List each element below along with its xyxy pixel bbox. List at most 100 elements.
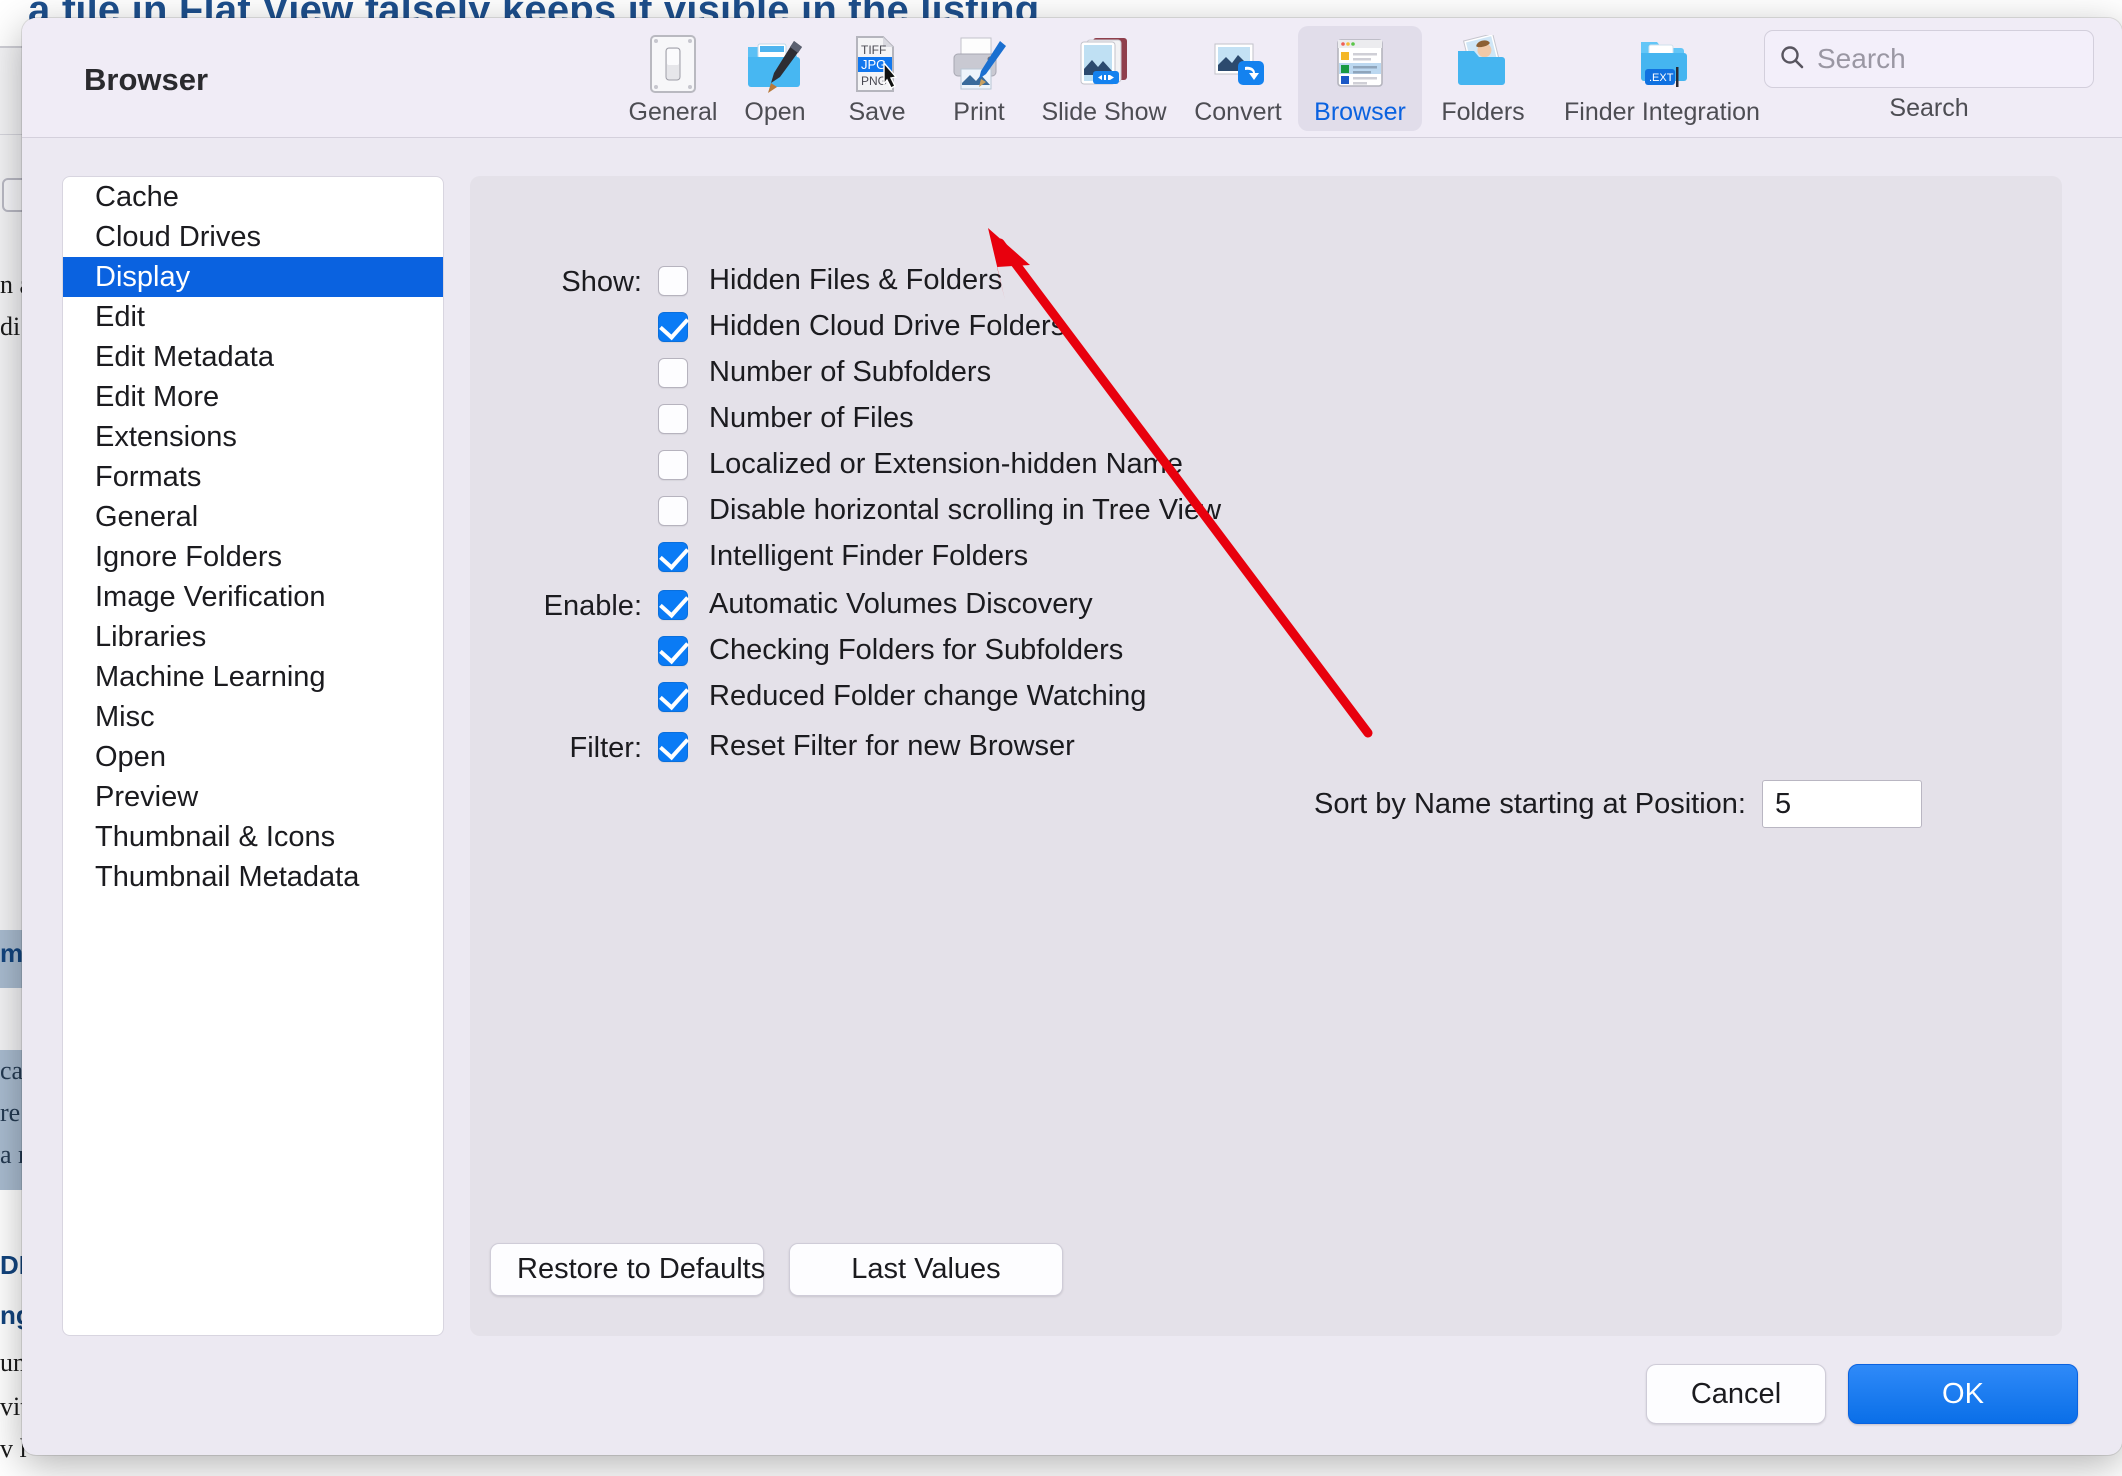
sort-position-label: Sort by Name starting at Position:: [1314, 787, 1746, 820]
toolbar-tab-convert[interactable]: Convert: [1178, 26, 1298, 131]
toolbar-tab-label: Slide Show: [1041, 98, 1167, 126]
toolbar-tab-browser[interactable]: Browser: [1298, 26, 1422, 131]
sidebar-item-label: Thumbnail & Icons: [95, 820, 336, 853]
convert-icon: [1207, 34, 1269, 94]
sort-position-row: Sort by Name starting at Position:: [470, 780, 1922, 828]
checkbox-row-number-of-subfolders[interactable]: Number of Subfolders: [658, 356, 991, 389]
switch-icon: [650, 34, 696, 94]
checkbox-label: Number of Files: [709, 402, 914, 434]
printer-icon: [948, 34, 1010, 94]
checkbox-number-of-subfolders[interactable]: [658, 357, 688, 388]
checkbox-label: Disable horizontal scrolling in Tree Vie…: [709, 494, 1222, 526]
toolbar-tab-label: Save: [848, 98, 906, 126]
sidebar-item-edit-more[interactable]: Edit More: [63, 377, 443, 417]
sidebar-item-open[interactable]: Open: [63, 737, 443, 777]
search-icon: [1779, 44, 1805, 75]
checkbox-disable-horizontal-scrolling[interactable]: [658, 495, 688, 526]
checkbox-row-automatic-volumes-discovery[interactable]: Automatic Volumes Discovery: [658, 588, 1093, 621]
toolbar-tab-print[interactable]: Print: [928, 26, 1030, 131]
settings-category-list[interactable]: Cache Cloud Drives Display Edit Edit Met…: [62, 176, 444, 1336]
sidebar-item-machine-learning[interactable]: Machine Learning: [63, 657, 443, 697]
checkbox-row-reduced-folder-change-watching[interactable]: Reduced Folder change Watching: [658, 680, 1146, 713]
finder-ext-icon: .EXT: [1631, 34, 1693, 94]
search-box[interactable]: Search: [1764, 30, 2094, 88]
checkbox-row-localized-extension-hidden-name[interactable]: Localized or Extension-hidden Name: [658, 448, 1183, 481]
last-values-button[interactable]: Last Values: [789, 1243, 1063, 1296]
checkbox-number-of-files[interactable]: [658, 403, 688, 434]
checkbox-reset-filter-for-new-browser[interactable]: [658, 731, 688, 762]
sort-position-input[interactable]: [1762, 780, 1922, 828]
sidebar-item-misc[interactable]: Misc: [63, 697, 443, 737]
restore-to-defaults-button[interactable]: Restore to Defaults: [490, 1243, 765, 1296]
sidebar-item-cache[interactable]: Cache: [63, 177, 443, 217]
sidebar-item-label: Formats: [95, 460, 202, 493]
search-placeholder: Search: [1817, 43, 1906, 74]
checkbox-localized-extension-hidden-name[interactable]: [658, 449, 688, 480]
sidebar-item-thumbnail-icons[interactable]: Thumbnail & Icons: [63, 817, 443, 857]
checkbox-label: Intelligent Finder Folders: [709, 540, 1029, 572]
checkbox-checking-folders-for-subfolders[interactable]: [658, 635, 688, 666]
sidebar-item-libraries[interactable]: Libraries: [63, 617, 443, 657]
checkbox-label: Hidden Files & Folders: [709, 264, 1003, 296]
sidebar-item-extensions[interactable]: Extensions: [63, 417, 443, 457]
toolbar-tab-finder-integration[interactable]: .EXT Finder Integration: [1544, 26, 1780, 131]
toolbar-tab-save[interactable]: TIFF JPG PNG Save: [826, 26, 928, 131]
checkbox-row-intelligent-finder-folders[interactable]: Intelligent Finder Folders: [658, 540, 1028, 573]
ok-button[interactable]: OK: [1848, 1364, 2078, 1424]
toolbar-tab-label: Finder Integration: [1564, 98, 1760, 126]
dialog-body: Cache Cloud Drives Display Edit Edit Met…: [22, 138, 2122, 1348]
folder-brush-icon: [744, 34, 806, 94]
display-settings-panel: Show: Hidden Files & Folders Hidden Clou…: [470, 176, 2062, 1336]
sidebar-item-label: Preview: [95, 780, 199, 813]
sidebar-item-label: Machine Learning: [95, 660, 326, 693]
checkbox-row-number-of-files[interactable]: Number of Files: [658, 402, 914, 435]
sidebar-item-label: Cache: [95, 180, 179, 213]
sidebar-item-thumbnail-metadata[interactable]: Thumbnail Metadata: [63, 857, 443, 897]
sidebar-item-label: Edit More: [95, 380, 220, 413]
checkbox-row-checking-folders-for-subfolders[interactable]: Checking Folders for Subfolders: [658, 634, 1123, 667]
sidebar-item-cloud-drives[interactable]: Cloud Drives: [63, 217, 443, 257]
sidebar-item-preview[interactable]: Preview: [63, 777, 443, 817]
browser-window-icon: [1329, 34, 1391, 94]
toolbar-tab-general[interactable]: General: [622, 26, 724, 131]
toolbar-tab-folders[interactable]: Folders: [1422, 26, 1544, 131]
sidebar-item-image-verification[interactable]: Image Verification: [63, 577, 443, 617]
toolbar-tab-open[interactable]: Open: [724, 26, 826, 131]
checkbox-label: Number of Subfolders: [709, 356, 992, 388]
toolbar-tab-slide-show[interactable]: Slide Show: [1030, 26, 1178, 131]
checkbox-hidden-files-folders[interactable]: [658, 265, 688, 296]
toolbar-tabs: General Open TIFF JPG PNG Save Print Sli…: [622, 26, 1780, 131]
checkbox-row-reset-filter-for-new-browser[interactable]: Reset Filter for new Browser: [658, 730, 1075, 763]
sidebar-item-edit[interactable]: Edit: [63, 297, 443, 337]
sidebar-item-label: General: [95, 500, 199, 533]
checkbox-row-hidden-files-folders[interactable]: Hidden Files & Folders: [658, 264, 1002, 297]
group-label-show: Show:: [561, 266, 642, 298]
sidebar-item-label: Display: [95, 260, 191, 293]
search-caption: Search: [1889, 94, 1969, 122]
checkbox-label: Checking Folders for Subfolders: [709, 634, 1124, 666]
checkbox-reduced-folder-change-watching[interactable]: [658, 681, 688, 712]
sidebar-item-label: Edit Metadata: [95, 340, 274, 373]
sidebar-item-display[interactable]: Display: [63, 257, 443, 297]
file-formats-icon: TIFF JPG PNG: [851, 34, 903, 94]
checkbox-row-disable-horizontal-scrolling[interactable]: Disable horizontal scrolling in Tree Vie…: [658, 494, 1221, 527]
panel-action-buttons: Restore to Defaults Last Values: [490, 1243, 1063, 1296]
sidebar-item-formats[interactable]: Formats: [63, 457, 443, 497]
svg-text:.EXT: .EXT: [1649, 72, 1674, 84]
sidebar-item-edit-metadata[interactable]: Edit Metadata: [63, 337, 443, 377]
sidebar-item-general[interactable]: General: [63, 497, 443, 537]
checkbox-label: Automatic Volumes Discovery: [709, 588, 1093, 620]
window-title: Browser: [84, 62, 209, 97]
checkbox-label: Reduced Folder change Watching: [709, 680, 1147, 712]
preferences-toolbar: Browser General Open TIFF JPG PNG Save P…: [22, 18, 2122, 138]
checkbox-intelligent-finder-folders[interactable]: [658, 541, 688, 572]
photo-folder-icon: [1452, 34, 1514, 94]
cancel-button[interactable]: Cancel: [1646, 1364, 1826, 1424]
checkbox-automatic-volumes-discovery[interactable]: [658, 589, 688, 620]
group-label-enable: Enable:: [543, 590, 642, 622]
checkbox-hidden-cloud-drive-folders[interactable]: [658, 311, 688, 342]
sidebar-item-ignore-folders[interactable]: Ignore Folders: [63, 537, 443, 577]
background-snippet-4: re: [0, 1098, 21, 1127]
sidebar-item-label: Misc: [95, 700, 155, 733]
checkbox-row-hidden-cloud-drive-folders[interactable]: Hidden Cloud Drive Folders: [658, 310, 1065, 343]
